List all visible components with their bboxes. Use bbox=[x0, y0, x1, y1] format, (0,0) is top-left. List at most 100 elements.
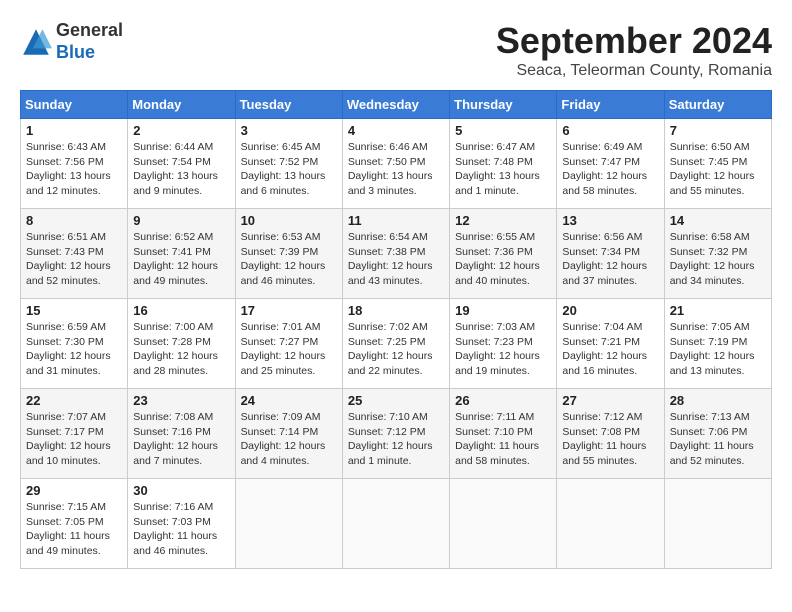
day-content: Sunrise: 6:55 AMSunset: 7:36 PMDaylight:… bbox=[455, 230, 551, 289]
day-content: Sunrise: 7:02 AMSunset: 7:25 PMDaylight:… bbox=[348, 320, 444, 379]
day-content: Sunrise: 7:09 AMSunset: 7:14 PMDaylight:… bbox=[241, 410, 337, 469]
day-number: 21 bbox=[670, 303, 766, 318]
calendar-cell: 5 Sunrise: 6:47 AMSunset: 7:48 PMDaylight… bbox=[450, 119, 557, 209]
day-content: Sunrise: 6:52 AMSunset: 7:41 PMDaylight:… bbox=[133, 230, 229, 289]
calendar-cell: 18Sunrise: 7:02 AMSunset: 7:25 PMDayligh… bbox=[342, 299, 449, 389]
calendar-cell bbox=[557, 479, 664, 569]
calendar-header-thursday: Thursday bbox=[450, 91, 557, 119]
day-number: 15 bbox=[26, 303, 122, 318]
calendar-cell: 2 Sunrise: 6:44 AMSunset: 7:54 PMDaylight… bbox=[128, 119, 235, 209]
location-title: Seaca, Teleorman County, Romania bbox=[496, 62, 772, 80]
calendar-cell: 9 Sunrise: 6:52 AMSunset: 7:41 PMDaylight… bbox=[128, 209, 235, 299]
calendar-cell: 14 Sunrise: 6:58 AMSunset: 7:32 PMDayligh… bbox=[664, 209, 771, 299]
day-content: Sunrise: 6:56 AMSunset: 7:34 PMDaylight:… bbox=[562, 230, 658, 289]
logo-general-text: General bbox=[56, 20, 123, 42]
day-number: 6 bbox=[562, 123, 658, 138]
calendar-header-sunday: Sunday bbox=[21, 91, 128, 119]
calendar-cell: 12 Sunrise: 6:55 AMSunset: 7:36 PMDayligh… bbox=[450, 209, 557, 299]
day-content: Sunrise: 6:59 AMSunset: 7:30 PMDaylight:… bbox=[26, 320, 122, 379]
day-number: 13 bbox=[562, 213, 658, 228]
day-number: 28 bbox=[670, 393, 766, 408]
calendar-header-tuesday: Tuesday bbox=[235, 91, 342, 119]
day-number: 24 bbox=[241, 393, 337, 408]
calendar-cell: 10 Sunrise: 6:53 AMSunset: 7:39 PMDayligh… bbox=[235, 209, 342, 299]
calendar-header-wednesday: Wednesday bbox=[342, 91, 449, 119]
day-content: Sunrise: 6:45 AMSunset: 7:52 PMDaylight:… bbox=[241, 140, 337, 199]
day-number: 26 bbox=[455, 393, 551, 408]
calendar-cell: 15 Sunrise: 6:59 AMSunset: 7:30 PMDayligh… bbox=[21, 299, 128, 389]
calendar-cell bbox=[342, 479, 449, 569]
logo: General Blue bbox=[20, 20, 123, 63]
day-number: 30 bbox=[133, 483, 229, 498]
day-number: 11 bbox=[348, 213, 444, 228]
calendar-cell: 16Sunrise: 7:00 AMSunset: 7:28 PMDayligh… bbox=[128, 299, 235, 389]
day-number: 7 bbox=[670, 123, 766, 138]
calendar-week-row: 29 Sunrise: 7:15 AMSunset: 7:05 PMDayligh… bbox=[21, 479, 772, 569]
day-number: 14 bbox=[670, 213, 766, 228]
calendar-cell: 28 Sunrise: 7:13 AMSunset: 7:06 PMDayligh… bbox=[664, 389, 771, 479]
title-section: September 2024 Seaca, Teleorman County, … bbox=[496, 20, 772, 80]
calendar-table: SundayMondayTuesdayWednesdayThursdayFrid… bbox=[20, 90, 772, 569]
day-number: 29 bbox=[26, 483, 122, 498]
calendar-cell: 3Sunrise: 6:45 AMSunset: 7:52 PMDaylight… bbox=[235, 119, 342, 209]
day-content: Sunrise: 7:08 AMSunset: 7:16 PMDaylight:… bbox=[133, 410, 229, 469]
day-number: 23 bbox=[133, 393, 229, 408]
day-content: Sunrise: 7:10 AMSunset: 7:12 PMDaylight:… bbox=[348, 410, 444, 469]
calendar-cell: 7Sunrise: 6:50 AMSunset: 7:45 PMDaylight… bbox=[664, 119, 771, 209]
day-number: 12 bbox=[455, 213, 551, 228]
calendar-week-row: 1Sunrise: 6:43 AMSunset: 7:56 PMDaylight… bbox=[21, 119, 772, 209]
calendar-cell: 19 Sunrise: 7:03 AMSunset: 7:23 PMDayligh… bbox=[450, 299, 557, 389]
day-content: Sunrise: 7:00 AMSunset: 7:28 PMDaylight:… bbox=[133, 320, 229, 379]
calendar-cell: 21 Sunrise: 7:05 AMSunset: 7:19 PMDayligh… bbox=[664, 299, 771, 389]
logo-blue-text: Blue bbox=[56, 42, 123, 64]
day-number: 9 bbox=[133, 213, 229, 228]
day-content: Sunrise: 6:43 AMSunset: 7:56 PMDaylight:… bbox=[26, 140, 122, 199]
calendar-header-row: SundayMondayTuesdayWednesdayThursdayFrid… bbox=[21, 91, 772, 119]
calendar-cell bbox=[664, 479, 771, 569]
day-content: Sunrise: 7:13 AMSunset: 7:06 PMDaylight:… bbox=[670, 410, 766, 469]
day-content: Sunrise: 7:03 AMSunset: 7:23 PMDaylight:… bbox=[455, 320, 551, 379]
day-number: 27 bbox=[562, 393, 658, 408]
header: General Blue September 2024 Seaca, Teleo… bbox=[20, 20, 772, 80]
calendar-cell bbox=[235, 479, 342, 569]
day-content: Sunrise: 6:49 AMSunset: 7:47 PMDaylight:… bbox=[562, 140, 658, 199]
calendar-cell: 13 Sunrise: 6:56 AMSunset: 7:34 PMDayligh… bbox=[557, 209, 664, 299]
month-title: September 2024 bbox=[496, 20, 772, 62]
day-content: Sunrise: 7:15 AMSunset: 7:05 PMDaylight:… bbox=[26, 500, 122, 559]
day-content: Sunrise: 7:11 AMSunset: 7:10 PMDaylight:… bbox=[455, 410, 551, 469]
calendar-week-row: 22Sunrise: 7:07 AMSunset: 7:17 PMDayligh… bbox=[21, 389, 772, 479]
calendar-header-monday: Monday bbox=[128, 91, 235, 119]
calendar-week-row: 8 Sunrise: 6:51 AMSunset: 7:43 PMDaylight… bbox=[21, 209, 772, 299]
day-number: 4 bbox=[348, 123, 444, 138]
day-content: Sunrise: 7:12 AMSunset: 7:08 PMDaylight:… bbox=[562, 410, 658, 469]
day-content: Sunrise: 7:05 AMSunset: 7:19 PMDaylight:… bbox=[670, 320, 766, 379]
day-content: Sunrise: 7:04 AMSunset: 7:21 PMDaylight:… bbox=[562, 320, 658, 379]
day-content: Sunrise: 6:53 AMSunset: 7:39 PMDaylight:… bbox=[241, 230, 337, 289]
calendar-cell bbox=[450, 479, 557, 569]
calendar-cell: 20 Sunrise: 7:04 AMSunset: 7:21 PMDayligh… bbox=[557, 299, 664, 389]
calendar-cell: 4 Sunrise: 6:46 AMSunset: 7:50 PMDaylight… bbox=[342, 119, 449, 209]
day-number: 20 bbox=[562, 303, 658, 318]
calendar-cell: 27 Sunrise: 7:12 AMSunset: 7:08 PMDayligh… bbox=[557, 389, 664, 479]
day-number: 25 bbox=[348, 393, 444, 408]
calendar-week-row: 15 Sunrise: 6:59 AMSunset: 7:30 PMDayligh… bbox=[21, 299, 772, 389]
day-content: Sunrise: 6:46 AMSunset: 7:50 PMDaylight:… bbox=[348, 140, 444, 199]
day-content: Sunrise: 6:44 AMSunset: 7:54 PMDaylight:… bbox=[133, 140, 229, 199]
day-number: 8 bbox=[26, 213, 122, 228]
day-content: Sunrise: 7:16 AMSunset: 7:03 PMDaylight:… bbox=[133, 500, 229, 559]
day-content: Sunrise: 6:47 AMSunset: 7:48 PMDaylight:… bbox=[455, 140, 551, 199]
calendar-cell: 24 Sunrise: 7:09 AMSunset: 7:14 PMDayligh… bbox=[235, 389, 342, 479]
day-number: 5 bbox=[455, 123, 551, 138]
calendar-cell: 17Sunrise: 7:01 AMSunset: 7:27 PMDayligh… bbox=[235, 299, 342, 389]
calendar-cell: 30 Sunrise: 7:16 AMSunset: 7:03 PMDayligh… bbox=[128, 479, 235, 569]
day-content: Sunrise: 6:51 AMSunset: 7:43 PMDaylight:… bbox=[26, 230, 122, 289]
day-content: Sunrise: 7:01 AMSunset: 7:27 PMDaylight:… bbox=[241, 320, 337, 379]
day-number: 10 bbox=[241, 213, 337, 228]
day-content: Sunrise: 6:58 AMSunset: 7:32 PMDaylight:… bbox=[670, 230, 766, 289]
logo-icon bbox=[20, 26, 52, 58]
day-number: 22 bbox=[26, 393, 122, 408]
day-number: 2 bbox=[133, 123, 229, 138]
day-number: 19 bbox=[455, 303, 551, 318]
calendar-cell: 22Sunrise: 7:07 AMSunset: 7:17 PMDayligh… bbox=[21, 389, 128, 479]
calendar-cell: 29 Sunrise: 7:15 AMSunset: 7:05 PMDayligh… bbox=[21, 479, 128, 569]
